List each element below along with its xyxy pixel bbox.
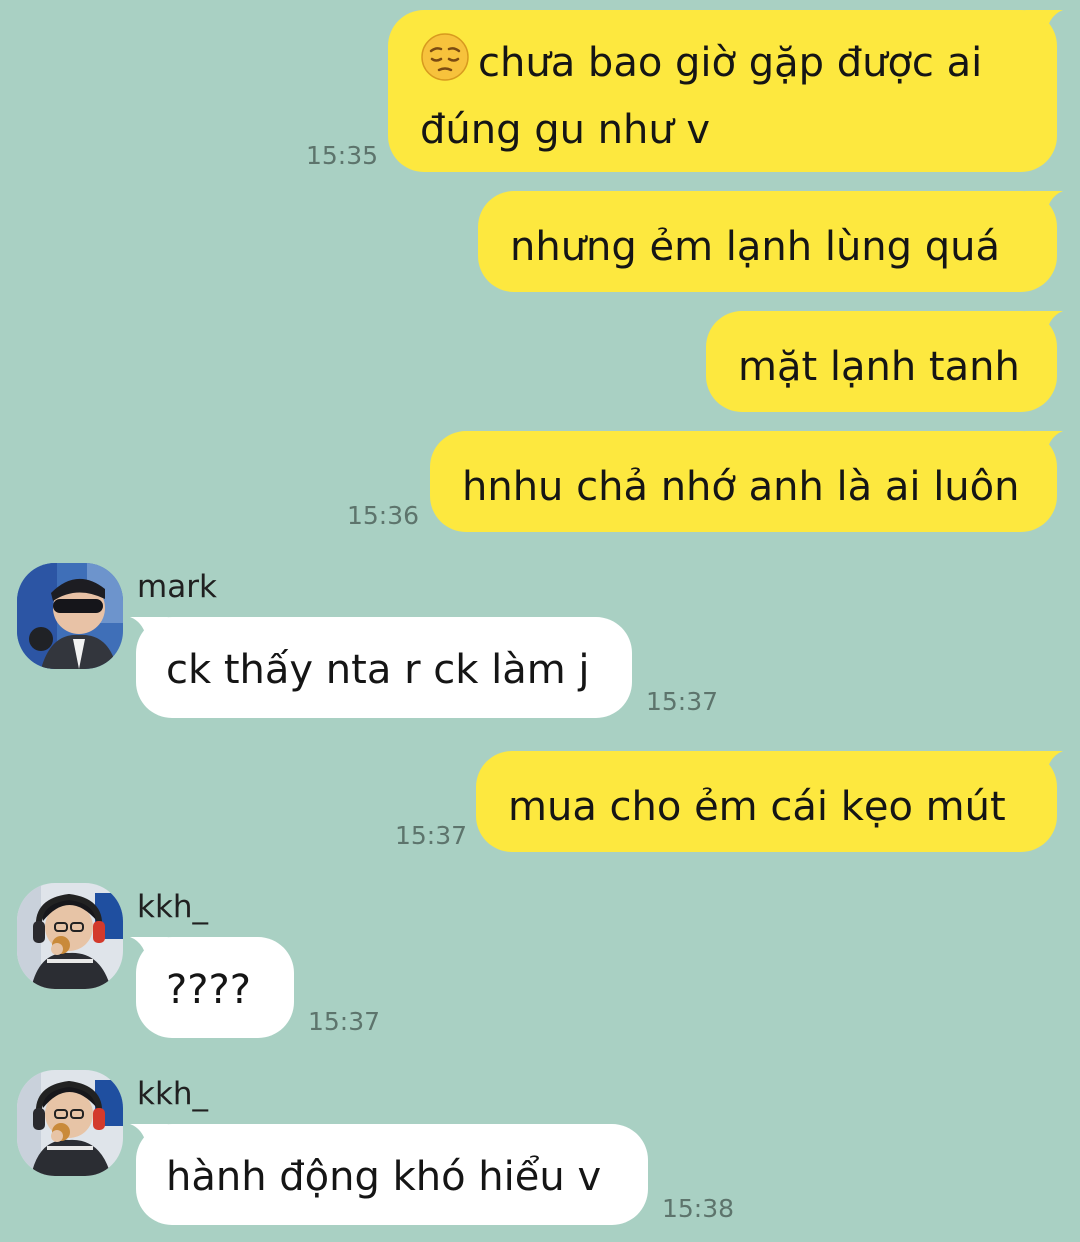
outgoing-message-bubble[interactable]: mặt lạnh tanh xyxy=(706,311,1063,412)
message-timestamp: 15:38 xyxy=(662,1194,735,1223)
bubble-tail xyxy=(1025,191,1063,221)
avatar[interactable] xyxy=(17,563,123,669)
bubble-tail xyxy=(130,617,168,647)
sender-name: mark xyxy=(137,569,217,605)
sender-name: kkh_ xyxy=(137,889,209,925)
message-line-2: đúng gu như v xyxy=(420,107,711,153)
incoming-message-bubble[interactable]: hành động khó hiểu v xyxy=(130,1124,648,1225)
message-text: ???? xyxy=(166,967,251,1013)
message-text: mặt lạnh tanh xyxy=(738,344,1020,390)
outgoing-message-bubble[interactable]: mua cho ẻm cái kẹo mút xyxy=(476,751,1063,852)
incoming-message-bubble[interactable]: ck thấy nta r ck làm j xyxy=(130,617,632,718)
outgoing-message-bubble[interactable]: nhưng ẻm lạnh lùng quá xyxy=(478,191,1063,292)
pensive-face-icon xyxy=(420,32,470,100)
bubble-tail xyxy=(1025,431,1063,461)
bubble-tail xyxy=(130,1124,168,1154)
message-text: mua cho ẻm cái kẹo mút xyxy=(508,784,1006,830)
avatar[interactable] xyxy=(17,883,123,989)
bubble-tail xyxy=(1025,311,1063,341)
message-timestamp: 15:35 xyxy=(306,141,379,170)
avatar[interactable] xyxy=(17,1070,123,1176)
message-timestamp: 15:37 xyxy=(395,821,468,850)
message-timestamp: 15:37 xyxy=(308,1007,381,1036)
message-text: hành động khó hiểu v xyxy=(166,1154,602,1200)
message-text: chưa bao giờ gặp được ai xyxy=(478,40,983,86)
bubble-tail xyxy=(130,937,168,967)
outgoing-message-bubble[interactable]: hnhu chả nhớ anh là ai luôn xyxy=(430,431,1063,532)
message-text: nhưng ẻm lạnh lùng quá xyxy=(510,224,1001,270)
message-timestamp: 15:36 xyxy=(347,501,420,530)
message-line-1: chưa bao giờ gặp được ai xyxy=(420,32,1027,100)
message-text: hnhu chả nhớ anh là ai luôn xyxy=(462,464,1020,510)
bubble-tail xyxy=(1025,751,1063,781)
sender-name: kkh_ xyxy=(137,1076,209,1112)
message-timestamp: 15:37 xyxy=(646,687,719,716)
bubble-tail xyxy=(1025,10,1063,40)
message-text: ck thấy nta r ck làm j xyxy=(166,647,590,693)
incoming-message-bubble[interactable]: ???? xyxy=(130,937,294,1038)
outgoing-message-bubble[interactable]: chưa bao giờ gặp được ai đúng gu như v xyxy=(388,10,1063,172)
